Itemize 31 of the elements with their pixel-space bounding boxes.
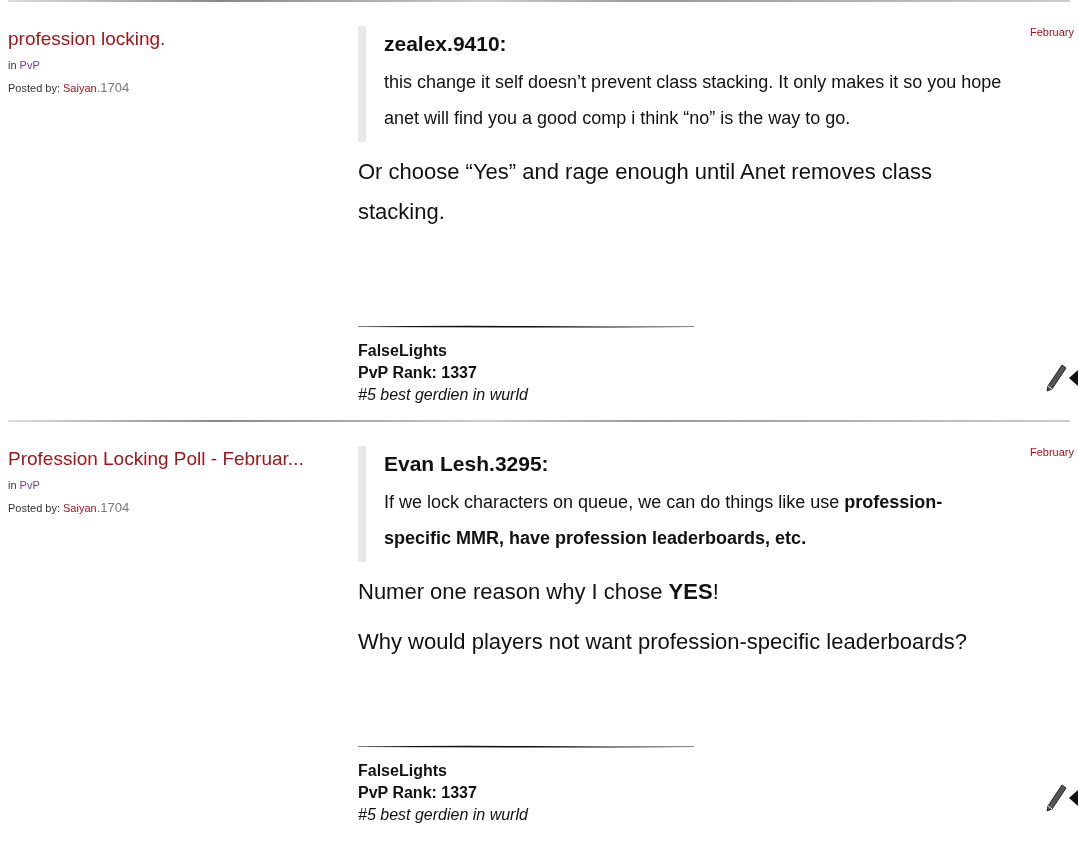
post-date: February [1029,26,1074,38]
post-date: February [1029,446,1074,458]
signature-name: FalseLights [358,341,448,361]
pencil-icon[interactable] [1045,784,1067,812]
in-label: in [8,478,17,493]
pencil-icon[interactable] [1045,364,1067,392]
posted-by-label: Posted by: [8,81,60,96]
posted-by-label: Posted by: [8,501,60,516]
signature-tagline: #5 best gerdien in wurld [358,385,530,405]
quote-author: zealex.9410: [384,32,508,56]
category-link[interactable]: PvP [19,475,40,495]
thread-title-link[interactable]: profession locking. [8,26,358,52]
signature-tagline: #5 best gerdien in wurld [358,805,530,825]
post-paragraph: Or choose “Yes” and rage enough until Anet removes class stacking. [358,158,933,226]
author-id: .1704 [96,499,130,517]
arrow-icon[interactable] [1069,790,1078,806]
author-link[interactable]: Saiyan [63,78,97,98]
arrow-icon[interactable] [1069,370,1078,386]
quote-text: If we lock characters on queue, we can do things like use profession-specific MMR, have profession leaderboards, etc. [384,491,944,550]
category-link[interactable]: PvP [19,55,40,75]
in-label: in [8,58,17,73]
signature-name: FalseLights [358,761,448,781]
author-link[interactable]: Saiyan [63,498,97,518]
signature-rank: PvP Rank: 1337 [358,783,478,803]
quote-author: Evan Lesh.3295: [384,452,550,476]
post-paragraph: Why would players not want profession-specific leaderboards? [358,628,968,656]
post-paragraph: Numer one reason why I chose YES! [358,578,720,606]
thread-title-link[interactable]: Profession Locking Poll - Februar... [8,446,358,472]
signature-rank: PvP Rank: 1337 [358,363,478,383]
author-id: .1704 [96,79,130,97]
quote-text: this change it self doesn’t prevent class stacking. It only makes it so you hope anet will find you a good comp i think “no” is the way to go. [384,71,1003,130]
